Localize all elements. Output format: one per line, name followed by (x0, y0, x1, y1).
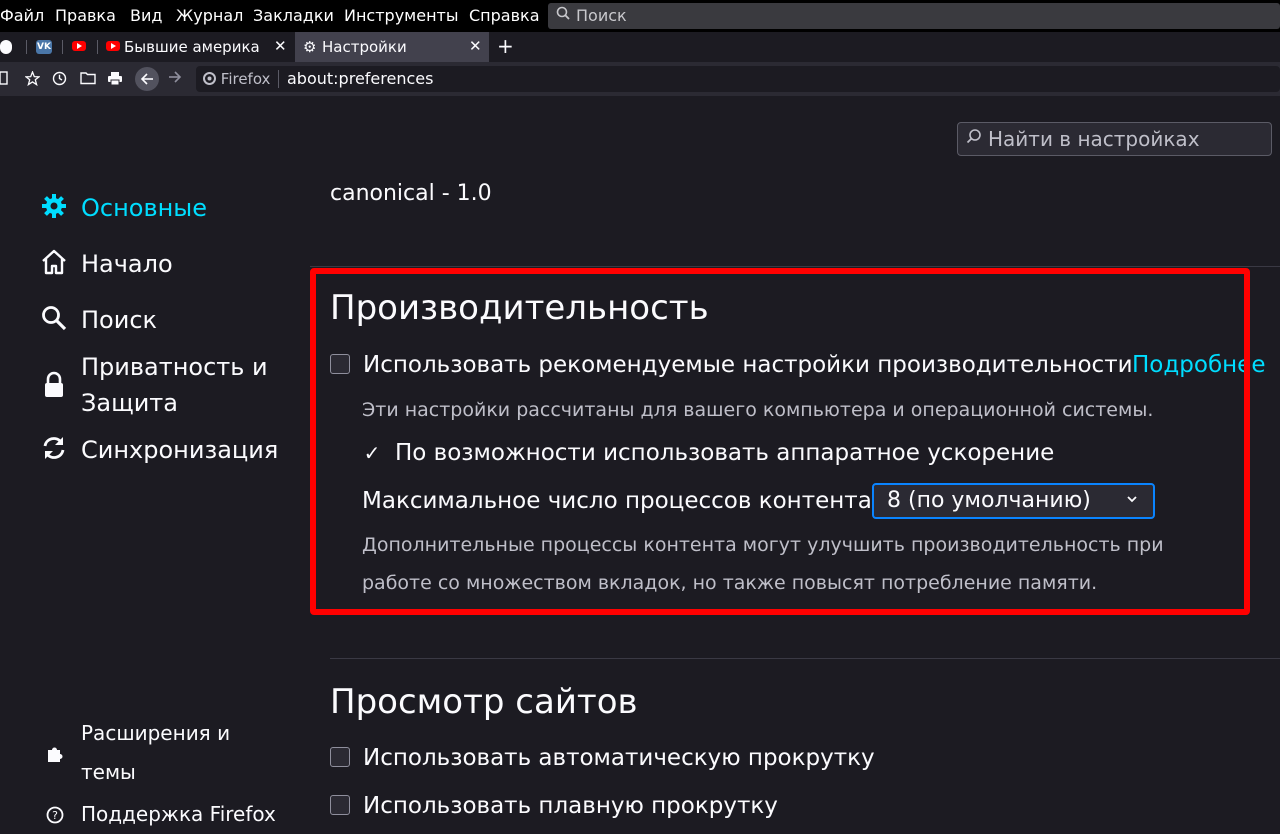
svg-text:?: ? (52, 809, 58, 822)
find-in-settings-input[interactable]: Найти в настройках (957, 122, 1272, 156)
menu-file[interactable]: Файл (0, 6, 44, 25)
gear-icon: ⚙ (303, 38, 317, 56)
checkbox-unchecked[interactable] (330, 795, 350, 815)
browsing-title: Просмотр сайтов (330, 682, 638, 722)
forward-button[interactable] (168, 70, 182, 88)
scrolled-text-fragment: canonical - 1.0 (330, 181, 492, 205)
tab-close-icon[interactable]: ✕ (274, 37, 287, 55)
back-button[interactable] (135, 67, 159, 91)
youtube-icon (106, 41, 120, 51)
sidebar-toggle-icon[interactable] (0, 71, 8, 89)
section-divider (330, 658, 1280, 659)
tab-pinned-vk[interactable]: VK (28, 32, 60, 62)
menu-history[interactable]: Журнал (176, 6, 243, 25)
tab-youtube-video[interactable]: Бывшие америка ✕ (98, 32, 294, 62)
checkbox-unchecked[interactable] (330, 747, 350, 767)
identity-box[interactable]: Firefox (203, 70, 270, 88)
sidebar-item-label-line2: Защита (81, 389, 178, 417)
identity-label: Firefox (220, 70, 271, 88)
search-icon (556, 6, 570, 26)
section-divider (310, 266, 1280, 267)
tab-close-icon[interactable]: ✕ (469, 37, 482, 55)
tab-pinned-youtube[interactable] (64, 32, 96, 62)
sidebar-item-label: Синхронизация (81, 436, 279, 464)
new-tab-button[interactable]: + (497, 34, 514, 58)
tab-pinned-pocket[interactable] (0, 32, 22, 62)
history-clock-icon[interactable] (52, 71, 67, 90)
url-separator (278, 70, 279, 88)
find-placeholder: Найти в настройках (988, 127, 1200, 151)
url-bar[interactable]: Firefox about:preferences (196, 66, 1280, 92)
menu-bookmarks[interactable]: Закладки (253, 6, 334, 25)
lock-icon (40, 371, 68, 399)
help-icon: ? (46, 805, 64, 829)
vk-icon: VK (36, 40, 52, 54)
sidebar-item-label: Начало (81, 250, 173, 278)
print-icon[interactable] (107, 71, 123, 90)
search-icon (40, 304, 68, 332)
youtube-icon (72, 41, 86, 51)
sidebar-item-label-line2: темы (81, 760, 136, 784)
tab-label: Бывшие америка (124, 38, 260, 56)
menu-edit[interactable]: Правка (55, 6, 116, 25)
menu-search-placeholder: Поиск (576, 6, 627, 25)
bookmark-star-icon[interactable] (24, 70, 41, 90)
firefox-logo-icon (203, 70, 221, 88)
tab-settings[interactable]: ⚙ Настройки ✕ (295, 32, 489, 62)
menu-view[interactable]: Вид (130, 6, 162, 25)
folder-icon[interactable] (80, 71, 96, 89)
pocket-icon (0, 40, 12, 54)
sidebar-item-label: Основные (81, 194, 208, 222)
sync-icon (40, 434, 68, 462)
tab-label: Настройки (322, 38, 407, 56)
sidebar-item-label-line1: Приватность и (81, 353, 268, 381)
sidebar-item-label-line1: Расширения и (81, 721, 231, 745)
checkbox-label: Использовать автоматическую прокрутку (363, 745, 875, 771)
annotation-highlight-box (310, 268, 1250, 615)
tab-strip: VK Бывшие америка ✕ ⚙ Настройки ✕ + (0, 32, 1280, 62)
home-icon (40, 248, 68, 276)
url-text[interactable]: about:preferences (287, 69, 433, 88)
nav-bar: Firefox about:preferences (0, 62, 1280, 96)
checkbox-label: Использовать плавную прокрутку (363, 793, 778, 819)
tab-separator (26, 40, 27, 54)
menu-search-box[interactable]: Поиск (548, 3, 1280, 29)
sidebar-item-label: Поддержка Firefox (81, 802, 276, 826)
gear-icon (40, 192, 68, 220)
menu-help[interactable]: Справка (469, 6, 540, 25)
sidebar-item-label: Поиск (81, 306, 158, 334)
tab-separator (62, 40, 63, 54)
menu-bar: Файл Правка Вид Журнал Закладки Инструме… (0, 0, 1280, 32)
puzzle-icon (46, 744, 64, 768)
menu-tools[interactable]: Инструменты (344, 6, 459, 25)
search-icon (966, 128, 982, 151)
